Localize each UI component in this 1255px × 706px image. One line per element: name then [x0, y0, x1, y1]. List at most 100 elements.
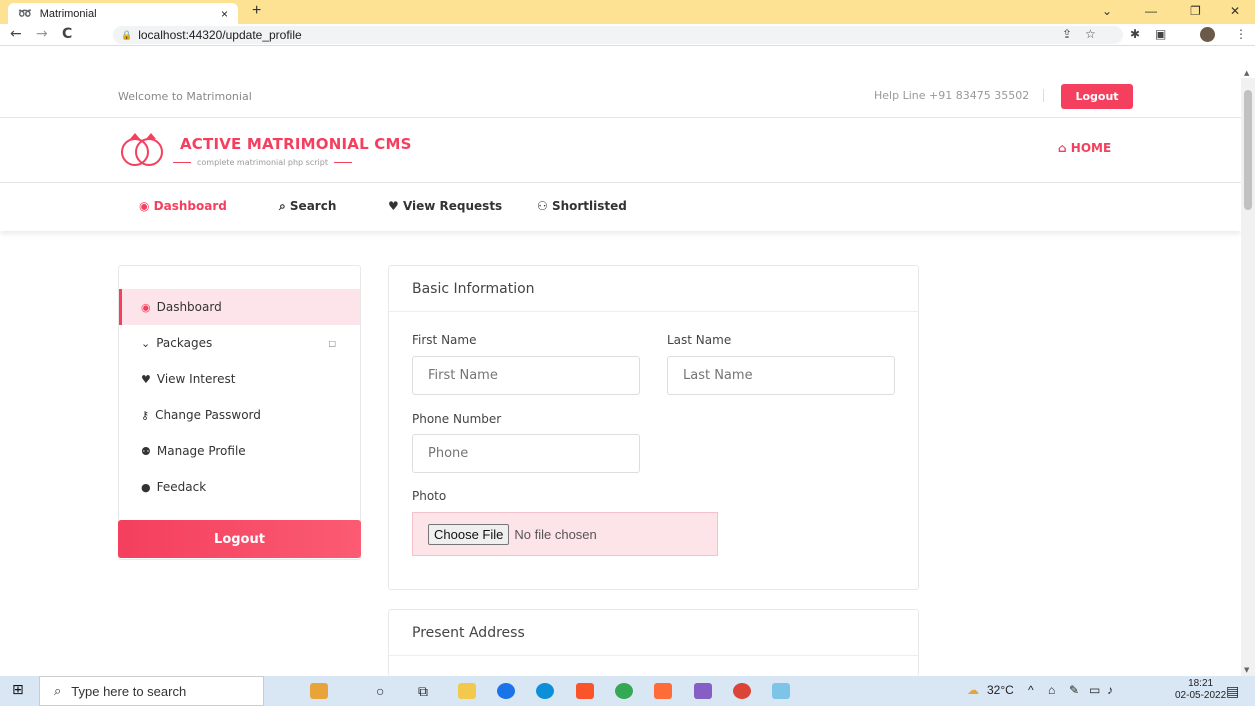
sidebar-item-view-interest[interactable]: ♥ View Interest: [119, 361, 360, 397]
volume-icon[interactable]: ♪: [1107, 683, 1113, 697]
nav-shortlisted[interactable]: ⚇ Shortlisted: [537, 199, 627, 213]
present-address-card: Present Address: [388, 609, 919, 676]
back-icon[interactable]: ←: [10, 26, 22, 42]
sidebar-logout-button[interactable]: Logout: [118, 520, 361, 558]
restore-button[interactable]: ❐: [1190, 4, 1201, 18]
skype-icon[interactable]: [497, 683, 515, 699]
url-text: localhost:44320/update_profile: [138, 28, 302, 42]
visual-studio-icon[interactable]: [694, 683, 712, 699]
square-icon: □: [328, 338, 336, 348]
tab-title: Matrimonial: [39, 7, 97, 20]
rings-logo-icon: [121, 133, 163, 166]
choose-file-button[interactable]: Choose File: [428, 523, 510, 545]
taskbar-search[interactable]: ⌕ Type here to search: [39, 676, 264, 706]
last-name-label: Last Name: [667, 333, 732, 347]
nav-search[interactable]: ⌕ Search: [279, 199, 336, 214]
phone-input[interactable]: [412, 434, 640, 473]
browser-tab-strip: ➿ Matrimonial × + ⌄ — ❐ ✕: [0, 0, 1255, 24]
first-name-input[interactable]: [412, 356, 640, 395]
user-icon: ⚉: [141, 444, 151, 458]
photo-file-input: Choose File No file chosen: [412, 512, 718, 556]
browser-menu-icon[interactable]: ⋮: [1235, 27, 1247, 41]
brand-title[interactable]: ACTIVE MATRIMONIAL CMS: [180, 135, 412, 153]
bookmark-star-icon[interactable]: ☆: [1085, 27, 1096, 41]
sidebar-item-manage-profile[interactable]: ⚉ Manage Profile: [119, 433, 360, 469]
new-tab-button[interactable]: +: [252, 2, 261, 20]
top-info-bar: [0, 46, 1241, 118]
weather-temp[interactable]: 32°C: [987, 683, 1014, 697]
first-name-label: First Name: [412, 333, 477, 347]
edge-icon[interactable]: [536, 683, 554, 699]
chrome-icon[interactable]: [615, 683, 633, 699]
task-view-icon[interactable]: ⧉: [418, 683, 428, 700]
address-bar[interactable]: 🔒 localhost:44320/update_profile: [113, 26, 1123, 44]
close-window-button[interactable]: ✕: [1230, 4, 1240, 18]
network-icon[interactable]: ⌂: [1048, 683, 1055, 697]
chevron-down-icon: ⌄: [141, 336, 151, 350]
scroll-up-icon[interactable]: ▲: [1244, 69, 1249, 77]
chrome-profile-icon[interactable]: [733, 683, 751, 699]
no-file-text: No file chosen: [514, 526, 597, 542]
snipping-tool-icon[interactable]: [772, 683, 790, 699]
clock-time: 18:21: [1188, 678, 1214, 689]
notifications-icon[interactable]: ▤: [1226, 683, 1239, 700]
nav-shortlisted-label: Shortlisted: [551, 199, 627, 213]
home-link[interactable]: ⌂ HOME: [1058, 141, 1111, 155]
last-name-input[interactable]: [667, 356, 895, 395]
welcome-text: Welcome to Matrimonial: [118, 90, 252, 103]
dashboard-gauge-icon: ◉: [139, 199, 154, 213]
search-icon: ⌕: [279, 199, 290, 213]
sidebar-item-packages[interactable]: ⌄ Packages □: [119, 325, 360, 361]
cortana-icon[interactable]: ○: [376, 683, 384, 699]
browser-tab[interactable]: ➿ Matrimonial ×: [8, 3, 238, 24]
share-icon[interactable]: ⇪: [1062, 27, 1072, 41]
sidebar-item-change-password[interactable]: ⚷ Change Password: [119, 397, 360, 433]
sidebar-item-label: Change Password: [155, 408, 261, 422]
scrollbar-thumb[interactable]: [1244, 90, 1252, 210]
windows-start-icon[interactable]: ⊞: [12, 682, 24, 698]
tab-close-icon[interactable]: ×: [221, 7, 228, 21]
nav-dashboard[interactable]: ◉ Dashboard: [139, 199, 227, 213]
profile-sidebar: ◉ Dashboard ⌄ Packages □ ♥ View Interest…: [118, 265, 361, 560]
home-label: HOME: [1070, 141, 1112, 155]
sublime-icon[interactable]: [654, 683, 672, 699]
sidebar-item-label: View Interest: [156, 372, 236, 386]
top-logout-button[interactable]: Logout: [1061, 84, 1133, 109]
tray-chevron-icon[interactable]: ^: [1028, 683, 1034, 697]
phone-label: Phone Number: [412, 412, 502, 426]
users-icon: ⚇: [537, 199, 552, 213]
forward-icon[interactable]: →: [36, 26, 48, 42]
scroll-down-icon[interactable]: ▼: [1244, 666, 1249, 674]
nav-view-requests[interactable]: ♥ View Requests: [388, 199, 502, 213]
search-icon: ⌕: [54, 683, 62, 698]
photo-label: Photo: [412, 489, 447, 503]
heart-icon: ♥: [141, 372, 151, 386]
card-title: Basic Information: [389, 266, 918, 312]
file-explorer-icon[interactable]: [458, 683, 476, 699]
sidebar-item-dashboard[interactable]: ◉ Dashboard: [119, 289, 360, 325]
taskbar-search-placeholder: Type here to search: [71, 683, 187, 699]
weather-icon: ☁: [967, 683, 979, 697]
clock-date: 02-05-2022: [1175, 690, 1227, 701]
nav-search-label: Search: [289, 199, 337, 213]
page-scrollbar[interactable]: ▲ ▼: [1241, 69, 1255, 676]
profile-avatar[interactable]: [1200, 27, 1215, 42]
comment-icon: ●: [141, 480, 151, 494]
sidebar-item-label: Manage Profile: [156, 444, 246, 458]
pen-icon[interactable]: ✎: [1069, 683, 1079, 697]
extensions-puzzle-icon[interactable]: ✱: [1130, 27, 1140, 41]
minimize-button[interactable]: —: [1145, 4, 1157, 18]
key-icon: ⚷: [141, 408, 150, 422]
side-panel-icon[interactable]: ▣: [1155, 27, 1166, 41]
sidebar-item-feedback[interactable]: ● Feedack: [119, 469, 360, 505]
tab-search-icon[interactable]: ⌄: [1102, 4, 1112, 18]
taskbar-clock[interactable]: 18:21 02-05-2022: [1175, 678, 1226, 702]
dashboard-gauge-icon: ◉: [141, 300, 151, 314]
battery-icon[interactable]: ▭: [1089, 683, 1100, 697]
reload-icon[interactable]: C: [62, 26, 72, 42]
sidebar-item-label: Packages: [156, 336, 213, 350]
basic-information-card: Basic Information First Name Last Name P…: [388, 265, 919, 590]
sidebar-item-label: Dashboard: [156, 300, 222, 314]
brave-icon[interactable]: [576, 683, 594, 699]
weather-widget-icon[interactable]: [310, 683, 328, 699]
